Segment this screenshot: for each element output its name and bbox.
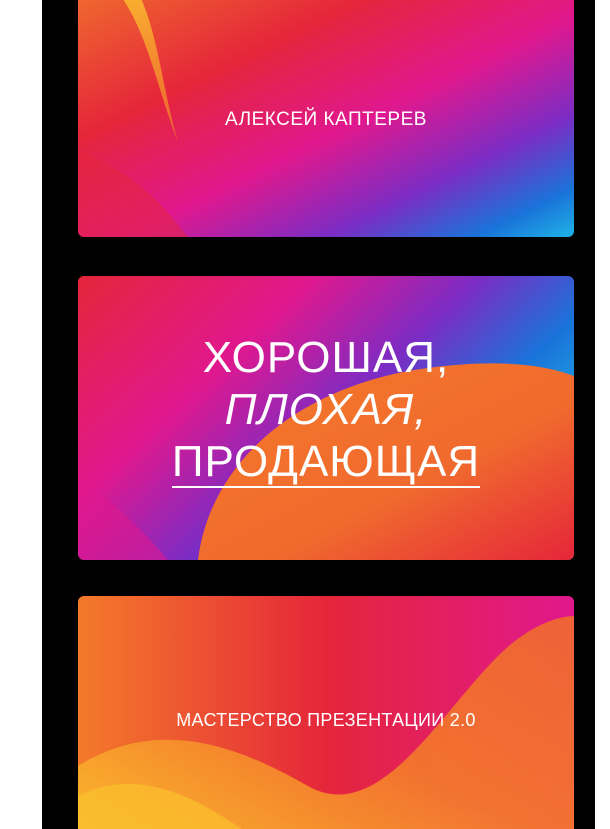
title-line-2: ПЛОХАЯ, — [224, 385, 428, 434]
title-line-1: ХОРОШАЯ, — [202, 333, 450, 382]
title-line-3: ПРОДАЮЩАЯ — [171, 437, 481, 488]
author-name: АЛЕКСЕЙ КАПТЕРЕВ — [225, 109, 427, 130]
book-subtitle: МАСТЕРСТВО ПРЕЗЕНТАЦИИ 2.0 — [176, 710, 476, 730]
cover-panel-top: АЛЕКСЕЙ КАПТЕРЕВ — [78, 0, 574, 237]
book-cover: АЛЕКСЕЙ КАПТЕРЕВ ХОРОШАЯ, ПЛОХАЯ, ПРОДАЮ… — [42, 0, 595, 829]
book-title: ХОРОШАЯ, ПЛОХАЯ, ПРОДАЮЩАЯ — [78, 332, 574, 488]
cover-panel-middle: ХОРОШАЯ, ПЛОХАЯ, ПРОДАЮЩАЯ — [78, 276, 574, 560]
cover-panel-bottom: МАСТЕРСТВО ПРЕЗЕНТАЦИИ 2.0 — [78, 596, 574, 829]
